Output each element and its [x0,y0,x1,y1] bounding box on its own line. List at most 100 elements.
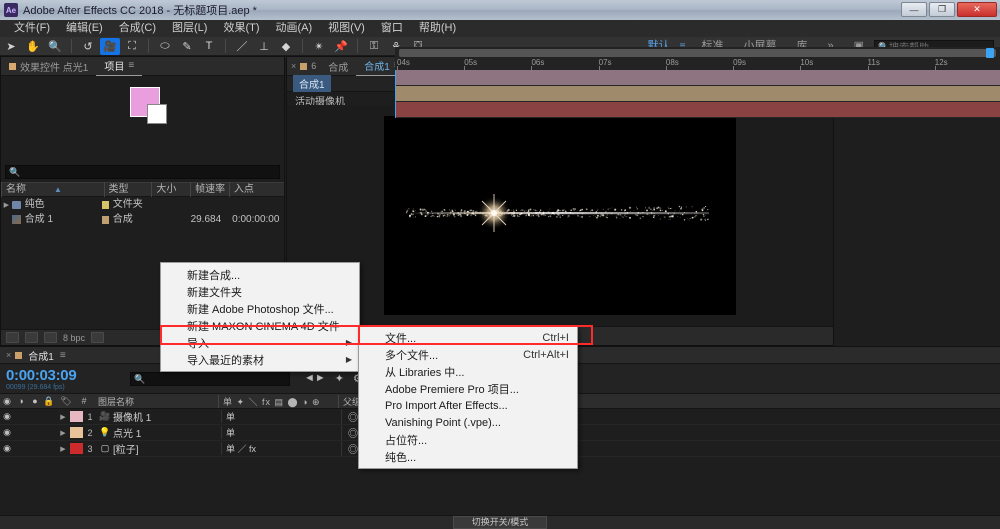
timeline-search-input[interactable]: 🔍 [130,372,290,386]
roto-brush-tool[interactable]: ✴ [309,38,329,55]
layer-name[interactable]: 点光 1 [113,425,221,440]
anchor-point-tool[interactable]: ⛶ [122,38,142,55]
timeline-layer-bar[interactable] [395,102,1000,118]
ruler-tick-label: 07s [599,58,612,67]
timeline-work-area-bar[interactable] [399,49,996,57]
puppet-overlap-tool[interactable]: ⚿ [364,38,384,55]
menu-item-0[interactable]: 新建合成... [161,266,359,283]
pen-tool[interactable]: ✎ [177,38,197,55]
timeline-tab-close-icon[interactable]: × [6,350,15,360]
type-tool[interactable]: T [199,38,219,55]
menu-item-2[interactable]: 从 Libraries 中... [359,363,577,380]
tab-project[interactable]: 项目 ≡ [96,57,142,76]
menu-item-6[interactable]: 占位符... [359,431,577,448]
import-submenu[interactable]: 文件... Ctrl+I 多个文件... Ctrl+Alt+I 从 Libraries … [358,325,578,469]
project-search-input[interactable]: 🔍 [5,165,280,179]
fill-color-swatch[interactable] [130,87,160,117]
interpret-footage-button[interactable] [6,332,19,343]
composition-swatch-icon [300,63,307,70]
menu-item-4[interactable]: Pro Import After Effects... [359,397,577,414]
menu-item-7[interactable]: 纯色... [359,448,577,465]
new-composition-button[interactable] [44,332,57,343]
menu-item-7[interactable]: 窗口 [373,20,411,37]
menu-item-2[interactable]: 新建 Adobe Photoshop 文件... [161,300,359,317]
playhead[interactable] [395,70,396,118]
menu-item-1[interactable]: 新建文件夹 [161,283,359,300]
tab-effect-controls[interactable]: 效果控件 点光1 [1,57,96,76]
composition-canvas[interactable] [384,116,736,315]
project-panel-menu-icon[interactable]: ≡ [128,60,134,71]
layer-label-color[interactable] [70,411,83,422]
toggle-switches-modes-button[interactable]: 切换开关/模式 [453,516,548,529]
layer-disclosure-icon[interactable]: ▶ [56,445,70,453]
layer-label-color[interactable] [70,427,83,438]
layer-disclosure-icon[interactable]: ▶ [56,429,70,437]
tab-composition[interactable]: 合成 [320,57,356,76]
maximize-button[interactable]: ❐ [929,2,955,17]
layer-name[interactable]: [粒子] [113,441,221,456]
clone-stamp-tool[interactable]: ⊥ [254,38,274,55]
timeline-layer-bar[interactable] [395,86,1000,102]
project-column-2[interactable]: 大小 [151,182,190,197]
layer-disclosure-icon[interactable]: ▶ [56,413,70,421]
project-column-4[interactable]: 入点 [229,182,284,197]
menu-item-2[interactable]: 合成(C) [111,20,164,37]
stroke-color-swatch[interactable] [147,104,167,124]
menu-item-4[interactable]: 导入 ▶ [161,334,359,351]
layer-label-color[interactable] [70,443,83,454]
menu-item-4[interactable]: 效果(T) [215,20,267,37]
layer-visibility-icon[interactable]: ◉ [0,427,14,438]
disclosure-triangle-icon[interactable]: ▶ [1,201,12,209]
layer-visibility-icon[interactable]: ◉ [0,411,14,422]
menu-item-3[interactable]: 图层(L) [164,20,215,37]
timeline-tab-label[interactable]: 合成1 [22,348,60,363]
breadcrumb[interactable]: 合成1 [293,75,331,92]
layer-name[interactable]: 摄像机 1 [113,409,221,424]
new-folder-button[interactable] [25,332,38,343]
project-column-3[interactable]: 帧速率 [190,182,229,197]
menu-item-5[interactable]: Vanishing Point (.vpe)... [359,414,577,431]
menu-item-label: Adobe Premiere Pro 项目... [385,381,519,397]
selection-tool[interactable]: ➤ [1,38,21,55]
hand-tool[interactable]: ✋ [23,38,43,55]
close-button[interactable]: ✕ [957,2,997,17]
menu-item-3[interactable]: Adobe Premiere Pro 项目... [359,380,577,397]
timeline-ruler[interactable]: 04s 05s 06s 07s 08s 09s 10s 11s 12s [395,47,1000,70]
bit-depth-label[interactable]: 8 bpc [63,333,85,343]
rotation-tool[interactable]: ↺ [78,38,98,55]
puppet-pin-tool[interactable]: 📌 [331,38,351,55]
menu-item-1[interactable]: 多个文件... Ctrl+Alt+I [359,346,577,363]
brush-tool[interactable]: ／ [232,38,252,55]
current-timecode[interactable]: 0:00:03:09 [0,367,118,384]
project-row[interactable]: 合成 1 合成 29.684 0:00:00:00 [1,212,284,227]
composition-viewer[interactable] [287,105,833,326]
search-icon: 🔍 [9,167,20,178]
shape-tool[interactable]: ⬭ [155,38,175,55]
timeline-toggle-icon-0[interactable]: ◄► [304,372,326,385]
menu-item-1[interactable]: 编辑(E) [58,20,111,37]
camera-tool[interactable]: 🎥 [100,38,120,55]
menu-item-5[interactable]: 导入最近的素材 ▶ [161,351,359,368]
layer-switches[interactable]: 单 ／ fx [221,442,341,455]
timeline-toggle-icon-1[interactable]: ✦ [335,372,344,385]
menu-item-3[interactable]: 新建 MAXON CINEMA 4D 文件 [161,317,359,334]
tab-close-icon[interactable]: × [287,61,300,71]
menu-item-6[interactable]: 视图(V) [320,20,373,37]
project-row[interactable]: ▶ 纯色 文件夹 [1,197,284,212]
layer-visibility-icon[interactable]: ◉ [0,443,14,454]
context-menu[interactable]: 新建合成... 新建文件夹 新建 Adobe Photoshop 文件... 新建 M… [160,262,360,372]
layer-switches[interactable]: 单 [221,426,341,439]
zoom-tool[interactable]: 🔍 [45,38,65,55]
eraser-tool[interactable]: ◆ [276,38,296,55]
layer-switches[interactable]: 单 [221,410,341,423]
menu-item-0[interactable]: 文件... Ctrl+I [359,329,577,346]
project-column-0[interactable]: 名称 ▲ [1,182,104,197]
project-column-1[interactable]: 类型 [104,182,152,197]
menu-item-0[interactable]: 文件(F) [6,20,58,37]
timeline-layer-bar[interactable] [395,70,1000,86]
minimize-button[interactable]: — [901,2,927,17]
timeline-panel-menu-icon[interactable]: ≡ [60,350,66,361]
menu-item-5[interactable]: 动画(A) [268,20,321,37]
menu-item-8[interactable]: 帮助(H) [411,20,464,37]
delete-button[interactable] [91,332,104,343]
